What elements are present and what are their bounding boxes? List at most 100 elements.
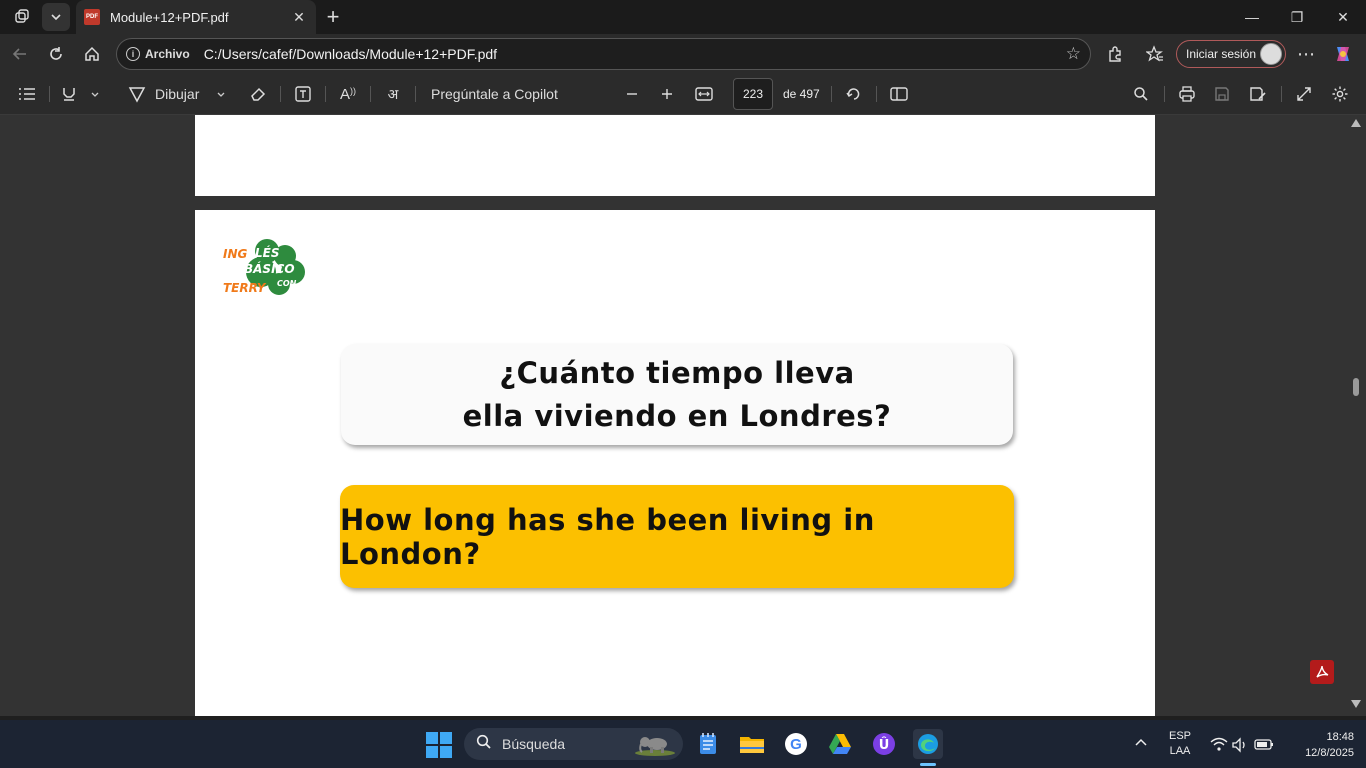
site-info-label[interactable]: Archivo — [145, 47, 190, 61]
google-chrome-icon[interactable]: G — [781, 729, 811, 759]
refresh-icon[interactable] — [42, 40, 70, 68]
fullscreen-icon[interactable] — [1293, 82, 1315, 106]
page-number-input[interactable]: 223 — [733, 78, 773, 110]
draw-pen-icon[interactable] — [126, 82, 148, 106]
ingles-basico-logo: ING LÉS BÁSICO CON TERRY — [223, 239, 305, 295]
search-in-document-icon[interactable] — [1130, 82, 1152, 106]
scroll-thumb[interactable] — [1353, 378, 1359, 396]
tray-overflow-chevron-icon[interactable] — [1134, 734, 1148, 750]
more-options-icon[interactable]: ⋯ — [1292, 40, 1320, 68]
restore-icon[interactable]: ❐ — [1274, 0, 1320, 34]
extensions-icon[interactable] — [1101, 40, 1129, 68]
acrobat-icon[interactable] — [1310, 660, 1334, 684]
address-row: i Archivo C:/Users/cafef/Downloads/Modul… — [0, 34, 1366, 74]
svg-text:Û: Û — [879, 737, 890, 753]
language-code: ESP — [1168, 730, 1191, 742]
purple-app-icon[interactable]: Û — [869, 729, 899, 759]
window-close-icon[interactable]: ✕ — [1320, 0, 1366, 34]
input-language-indicator[interactable]: ESP LAA — [1166, 729, 1194, 759]
tab-active[interactable]: PDF Module+12+PDF.pdf ✕ — [76, 0, 316, 34]
workspaces-icon[interactable] — [8, 3, 36, 31]
highlight-icon[interactable] — [58, 82, 80, 106]
pdf-viewer[interactable]: ING LÉS BÁSICO CON TERRY ¿Cuánto tiempo … — [0, 115, 1366, 716]
favorite-star-icon[interactable]: ☆ — [1066, 44, 1081, 64]
toolbar-separator — [370, 86, 371, 102]
draw-button[interactable]: Dibujar — [155, 82, 199, 106]
search-highlight-elephant-icon — [635, 737, 675, 756]
system-clock[interactable]: 18:48 12/8/2025 — [1284, 729, 1354, 761]
url-text[interactable]: C:/Users/cafef/Downloads/Module+12+PDF.p… — [204, 46, 1066, 62]
highlight-dropdown-chevron-icon[interactable] — [88, 82, 102, 106]
vertical-scrollbar[interactable] — [1346, 115, 1366, 716]
back-icon[interactable] — [6, 40, 34, 68]
contents-list-icon[interactable] — [16, 82, 38, 106]
draw-dropdown-chevron-icon[interactable] — [214, 82, 228, 106]
toolbar-separator — [1164, 86, 1165, 102]
taskbar: Búsqueda G Û ESP LAA 18:48 12/8/2025 — [0, 720, 1366, 768]
active-app-indicator — [920, 763, 936, 766]
pdf-page-previous — [195, 115, 1155, 196]
save-as-icon[interactable] — [1247, 82, 1269, 106]
google-drive-icon[interactable] — [825, 729, 855, 759]
taskbar-search[interactable]: Búsqueda — [464, 728, 683, 760]
scroll-up-arrow-icon[interactable] — [1351, 119, 1361, 127]
clock-time: 18:48 — [1326, 731, 1354, 743]
edge-browser-icon[interactable] — [913, 729, 943, 759]
windows-start-icon[interactable] — [426, 732, 452, 758]
ask-copilot-button[interactable]: Pregúntale a Copilot — [431, 82, 558, 106]
page-total-label: de 497 — [783, 87, 820, 101]
copilot-icon[interactable] — [1329, 40, 1357, 68]
toolbar-separator — [415, 86, 416, 102]
pdf-page: ING LÉS BÁSICO CON TERRY ¿Cuánto tiempo … — [195, 210, 1155, 716]
settings-gear-icon[interactable] — [1329, 82, 1351, 106]
zoom-in-icon[interactable] — [657, 82, 677, 106]
logo-basico-text: BÁSICO — [244, 261, 295, 276]
keyboard-layout-code: LAA — [1169, 745, 1191, 757]
read-aloud-icon[interactable]: A)) — [337, 82, 359, 106]
battery-icon — [1254, 739, 1273, 750]
pdf-toolbar: Dibujar A)) अ Pregúntale a Copilot 223 d… — [0, 74, 1366, 115]
logo-ing-text: ING — [223, 247, 248, 261]
toolbar-separator — [49, 86, 50, 102]
pdf-favicon-icon: PDF — [84, 9, 100, 25]
save-icon[interactable] — [1211, 82, 1233, 106]
print-icon[interactable] — [1176, 82, 1198, 106]
signin-label: Iniciar sesión — [1186, 47, 1257, 61]
eraser-icon[interactable] — [247, 82, 269, 106]
tab-title: Module+12+PDF.pdf — [110, 9, 229, 25]
favorites-icon[interactable] — [1141, 40, 1169, 68]
logo-terry-text: TERRY — [223, 281, 267, 295]
tray-status-icons[interactable] — [1209, 735, 1279, 755]
rotate-icon[interactable] — [843, 82, 865, 106]
notepad-icon[interactable] — [693, 729, 723, 759]
file-explorer-icon[interactable] — [737, 729, 767, 759]
spanish-question-line-2: ella viviendo en Londres? — [462, 398, 892, 433]
translate-icon[interactable]: अ — [382, 82, 404, 106]
scroll-down-arrow-icon[interactable] — [1351, 700, 1361, 708]
tab-actions-chevron-icon[interactable] — [42, 3, 70, 31]
address-bar[interactable]: i Archivo C:/Users/cafef/Downloads/Modul… — [116, 38, 1091, 70]
tab-close-icon[interactable]: ✕ — [288, 6, 310, 28]
toolbar-separator — [876, 86, 877, 102]
signin-button[interactable]: Iniciar sesión — [1176, 40, 1286, 68]
minimize-icon[interactable]: — — [1229, 0, 1275, 34]
toolbar-separator — [1281, 86, 1282, 102]
search-icon — [476, 734, 492, 754]
zoom-out-icon[interactable] — [622, 82, 642, 106]
new-tab-icon[interactable]: + — [320, 4, 346, 30]
logo-con-text: CON — [277, 279, 297, 288]
svg-text:G: G — [790, 736, 802, 753]
home-icon[interactable] — [78, 40, 106, 68]
clock-date: 12/8/2025 — [1305, 747, 1354, 759]
toolbar-separator — [325, 86, 326, 102]
tab-bar: PDF Module+12+PDF.pdf ✕ + — ❐ ✕ — [0, 0, 1366, 34]
spanish-question-card: ¿Cuánto tiempo lleva ella viviendo en Lo… — [341, 344, 1013, 445]
english-answer-card: How long has she been living in London? — [340, 485, 1014, 588]
info-icon[interactable]: i — [126, 47, 140, 61]
text-box-icon[interactable] — [292, 82, 314, 106]
toolbar-separator — [280, 86, 281, 102]
spanish-question-line-1: ¿Cuánto tiempo lleva — [499, 355, 855, 390]
toolbar-separator — [831, 86, 832, 102]
page-view-icon[interactable] — [888, 82, 910, 106]
fit-width-icon[interactable] — [693, 82, 715, 106]
